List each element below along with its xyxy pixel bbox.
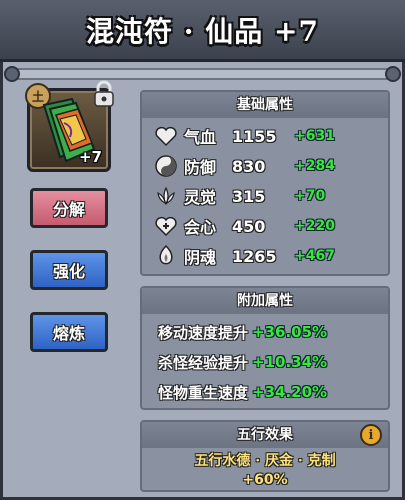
extra-name: 怪物重生速度 <box>158 383 249 402</box>
stat-row: 阴魂 1265 +467 <box>154 242 384 270</box>
five-elements-panel: 五行效果 i 五行水德 · 厌金 · 克制 +60% <box>140 420 390 492</box>
stat-bonus: +70 <box>294 188 326 204</box>
extra-value: +34.20% <box>252 383 328 401</box>
stat-value: 1265 <box>232 246 277 266</box>
extra-row: 移动速度提升 +36.05% <box>158 320 327 344</box>
stat-row: 气血 1155 +631 <box>154 122 384 150</box>
rail-divider <box>4 66 401 82</box>
stat-name: 防御 <box>184 158 217 177</box>
stat-bonus: +467 <box>294 248 335 264</box>
extra-name: 移动速度提升 <box>158 323 249 342</box>
stat-value: 1155 <box>232 126 277 146</box>
base-attributes-panel: 基础属性 气血 1155 +631 防御 830 +284 灵觉 315 +70 <box>140 90 390 276</box>
fuse-button[interactable]: 熔炼 <box>30 312 108 352</box>
stat-name: 灵觉 <box>184 188 217 207</box>
stat-bonus: +631 <box>294 128 335 144</box>
stat-value: 315 <box>232 186 266 206</box>
stat-value: 450 <box>232 216 266 236</box>
five-elements-header: 五行效果 <box>142 422 388 448</box>
lotus-icon <box>157 186 175 206</box>
stat-bonus: +220 <box>294 218 335 234</box>
crit-heart-icon <box>155 216 177 237</box>
extra-value: +36.05% <box>252 323 328 341</box>
five-elements-value: +60% <box>242 472 288 488</box>
extra-attributes-panel: 附加属性 移动速度提升 +36.05% 杀怪经验提升 +10.34% 怪物重生速… <box>140 286 390 410</box>
five-elements-effect: 五行水德 · 厌金 · 克制 <box>194 453 336 469</box>
info-icon[interactable]: i <box>360 424 382 446</box>
split-button[interactable]: 分解 <box>30 188 108 228</box>
rail-knob-right <box>385 66 401 82</box>
extra-attributes-header: 附加属性 <box>142 288 388 314</box>
extra-row: 杀怪经验提升 +10.34% <box>158 350 327 374</box>
title-bar: 混沌符 · 仙品 +7 <box>0 0 405 62</box>
enhance-button[interactable]: 强化 <box>30 250 108 290</box>
heart-icon <box>155 126 177 147</box>
stat-row: 会心 450 +220 <box>154 212 384 240</box>
enhance-level-badge: +7 <box>78 148 102 166</box>
base-attributes-header: 基础属性 <box>142 92 388 118</box>
stat-value: 830 <box>232 156 266 176</box>
lock-icon[interactable] <box>92 80 116 108</box>
item-title: 混沌符 · 仙品 +7 <box>86 14 319 48</box>
soul-flame-icon <box>159 244 173 265</box>
stat-row: 防御 830 +284 <box>154 152 384 180</box>
stat-name: 阴魂 <box>184 248 217 267</box>
rail-knob-left <box>4 66 20 82</box>
yin-yang-icon <box>155 155 177 177</box>
extra-row: 怪物重生速度 +34.20% <box>158 380 327 404</box>
stat-row: 灵觉 315 +70 <box>154 182 384 210</box>
stat-name: 会心 <box>184 218 217 237</box>
stat-bonus: +284 <box>294 158 335 174</box>
extra-value: +10.34% <box>252 353 328 371</box>
stat-name: 气血 <box>184 128 217 147</box>
extra-name: 杀怪经验提升 <box>158 353 249 372</box>
